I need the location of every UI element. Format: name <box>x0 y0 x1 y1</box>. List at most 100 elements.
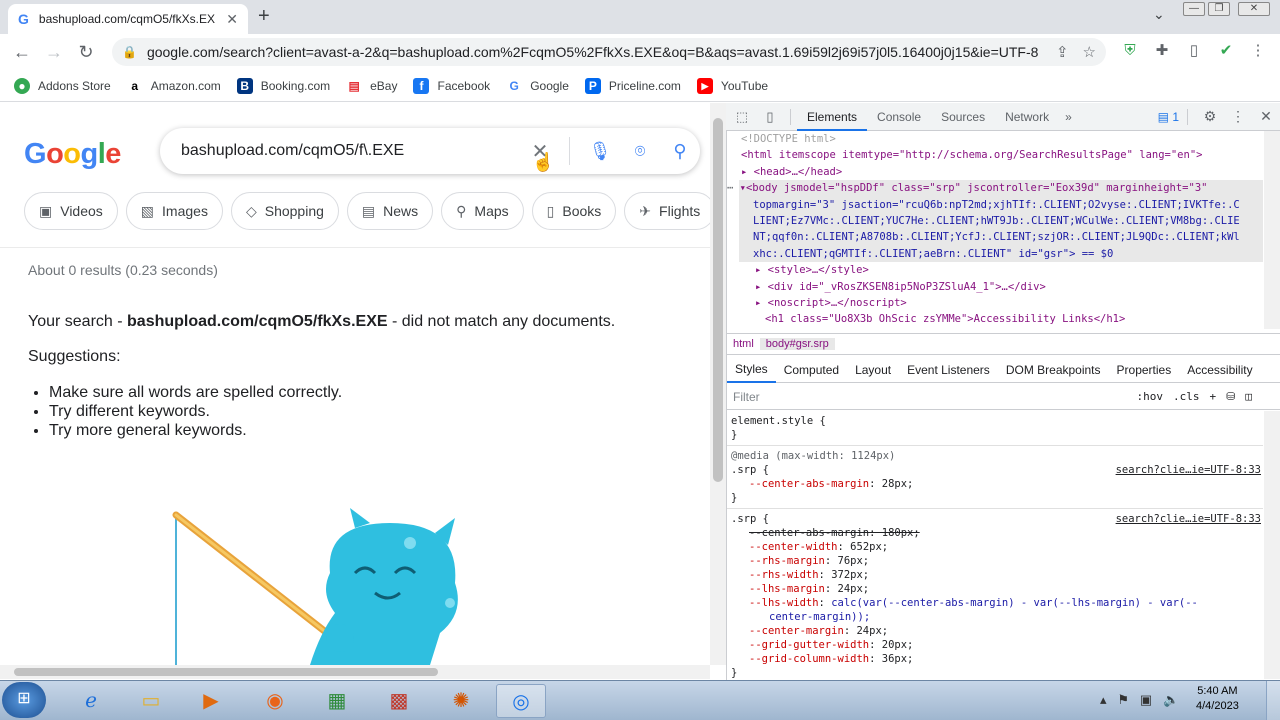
avast-extension-icon[interactable]: ⛨ <box>1121 42 1139 60</box>
camera-lens-icon[interactable]: ⌾ <box>620 141 660 162</box>
dom-h1-node[interactable]: <h1 class="Uo8X3b OhScic zsYMMe">Accessi… <box>739 311 1263 327</box>
chrome-taskbar-icon[interactable]: ◎ <box>496 684 546 718</box>
tab-network[interactable]: Network <box>995 103 1059 131</box>
issues-badge[interactable]: ▤ 1 <box>1158 110 1179 124</box>
internet-explorer-icon[interactable]: ℯ <box>66 684 116 718</box>
back-icon[interactable]: ← <box>6 42 38 63</box>
minimize-icon[interactable]: — <box>1183 2 1205 16</box>
lock-icon[interactable]: 🔒 <box>122 45 137 59</box>
subtab-styles[interactable]: Styles <box>727 357 776 383</box>
show-desktop-button[interactable] <box>1266 681 1280 720</box>
reload-icon[interactable]: ↻ <box>70 42 102 63</box>
expand-arrow-icon[interactable]: ▸ <box>755 281 768 293</box>
firefox-icon[interactable]: ◉ <box>250 684 300 718</box>
chip-videos[interactable]: ▣ Videos <box>24 192 118 230</box>
chip-images[interactable]: ▧ Images <box>125 192 223 230</box>
style-declaration[interactable]: --grid-column-width: 36px; <box>731 652 1259 666</box>
page-vertical-scroll-thumb[interactable] <box>713 118 723 482</box>
bookmark-amazon[interactable]: a Amazon.com <box>127 78 220 94</box>
search-box[interactable]: bashupload.com/cqmO5/f\.EXE ✕ 🎙 ⌾ ⚲ <box>160 128 700 174</box>
dom-body-node-selected[interactable]: ⋯ ▾<body jsmodel="hspDDf" class="srp" js… <box>727 180 1263 263</box>
bookmark-priceline[interactable]: P Priceline.com <box>584 77 681 94</box>
rule-selector[interactable]: element.style { <box>731 414 1259 428</box>
chip-flights[interactable]: ✈ Flights <box>624 192 710 230</box>
subtab-accessibility[interactable]: Accessibility <box>1179 358 1260 382</box>
close-devtools-icon[interactable]: ✕ <box>1252 108 1280 125</box>
chip-maps[interactable]: ⚲ Maps <box>441 192 524 230</box>
profile-shield-icon[interactable]: ✔ <box>1217 42 1235 60</box>
google-logo[interactable]: Google <box>24 138 121 171</box>
menu-kebab-icon[interactable]: ⋮ <box>1249 42 1267 60</box>
paint-icon[interactable]: ⛁ <box>1226 390 1235 403</box>
chip-books[interactable]: ▯ Books <box>531 192 617 230</box>
subtab-event-listeners[interactable]: Event Listeners <box>899 358 998 382</box>
new-tab-icon[interactable]: + <box>258 5 270 28</box>
cls-toggle[interactable]: .cls <box>1173 390 1200 403</box>
dom-html-node[interactable]: <html itemscope itemtype="http://schema.… <box>739 147 1263 163</box>
avast-app-icon[interactable]: ✺ <box>436 684 486 718</box>
close-tab-icon[interactable]: ✕ <box>226 11 238 28</box>
start-button-icon[interactable]: ⊞ <box>2 682 46 718</box>
hov-toggle[interactable]: :hov <box>1137 390 1164 403</box>
style-declaration[interactable]: --lhs-width: calc(var(--center-abs-margi… <box>731 596 1259 610</box>
search-input[interactable]: bashupload.com/cqmO5/f\.EXE <box>181 142 525 160</box>
bookmark-booking[interactable]: B Booking.com <box>236 77 330 94</box>
expand-arrow-icon[interactable]: ▸ <box>741 166 754 178</box>
office-app-icon[interactable]: ▩ <box>374 684 424 718</box>
bookmark-google[interactable]: G Google <box>506 78 569 94</box>
rule-source-link[interactable]: search?clie…ie=UTF-8:33 <box>1116 512 1261 526</box>
bookmark-addons-store[interactable]: ● Addons Store <box>14 77 111 94</box>
style-declaration[interactable]: --rhs-margin: 76px; <box>731 554 1259 568</box>
settings-gear-icon[interactable]: ⚙ <box>1196 108 1224 125</box>
device-toolbar-icon[interactable]: ▯ <box>756 109 784 125</box>
ellipsis-icon[interactable]: ⋯ <box>727 182 733 194</box>
chip-shopping[interactable]: ◇ Shopping <box>230 192 339 230</box>
devtools-menu-icon[interactable]: ⋮ <box>1224 108 1252 125</box>
microphone-icon[interactable]: 🎙 <box>580 141 620 162</box>
style-declaration[interactable]: --lhs-margin: 24px; <box>731 582 1259 596</box>
url-text[interactable]: google.com/search?client=avast-a-2&q=bas… <box>147 44 1042 60</box>
style-declaration[interactable]: --center-abs-margin: 28px; <box>731 477 1259 491</box>
restore-icon[interactable]: ❐ <box>1208 2 1230 16</box>
dom-div-node[interactable]: ▸ <div id="_vRosZKSEN8ip5NoP3ZSluA4_1">…… <box>739 279 1263 295</box>
close-window-icon[interactable]: ✕ <box>1238 2 1270 16</box>
dom-head-node[interactable]: ▸ <head>…</head> <box>739 164 1263 180</box>
style-declaration-overridden[interactable]: --center-abs-margin: 180px; <box>731 526 1259 540</box>
search-icon[interactable]: ⚲ <box>660 141 700 162</box>
dom-scrollbar[interactable] <box>1264 131 1280 329</box>
network-icon[interactable]: ▣ <box>1140 692 1152 707</box>
share-icon[interactable]: ⇪ <box>1056 43 1069 61</box>
style-declaration[interactable]: --center-margin: 24px; <box>731 624 1259 638</box>
breadcrumb-html[interactable]: html <box>727 338 760 350</box>
subtab-computed[interactable]: Computed <box>776 358 847 382</box>
extensions-puzzle-icon[interactable]: ✚ <box>1153 42 1171 60</box>
side-panel-icon[interactable]: ▯ <box>1185 42 1203 60</box>
taskbar-clock[interactable]: 5:40 AM 4/4/2023 <box>1196 684 1239 714</box>
bookmark-star-icon[interactable]: ☆ <box>1083 43 1096 61</box>
add-rule-icon[interactable]: + <box>1210 390 1217 403</box>
dom-doctype[interactable]: <!DOCTYPE html> <box>739 131 1263 147</box>
volume-muted-icon[interactable]: 🔈 <box>1163 692 1179 707</box>
spreadsheet-app-icon[interactable]: ▦ <box>312 684 362 718</box>
inspect-element-icon[interactable]: ⬚ <box>728 109 756 125</box>
forward-icon[interactable]: → <box>38 42 70 63</box>
styles-scrollbar[interactable] <box>1264 411 1280 679</box>
action-center-flag-icon[interactable]: ⚑ <box>1117 692 1129 707</box>
expand-arrow-icon[interactable]: ▸ <box>755 297 768 309</box>
chip-news[interactable]: ▤ News <box>346 192 434 230</box>
subtab-dom-breakpoints[interactable]: DOM Breakpoints <box>998 358 1109 382</box>
dom-noscript-node[interactable]: ▸ <noscript>…</noscript> <box>739 295 1263 311</box>
tab-console[interactable]: Console <box>867 103 931 131</box>
subtab-layout[interactable]: Layout <box>847 358 899 382</box>
tab-elements[interactable]: Elements <box>797 103 868 131</box>
page-horizontal-scroll-thumb[interactable] <box>14 668 438 676</box>
expand-arrow-icon[interactable]: ▸ <box>755 264 768 276</box>
styles-filter-input[interactable]: Filter <box>733 390 760 404</box>
bookmark-youtube[interactable]: ▶ YouTube <box>696 77 768 94</box>
tray-expand-icon[interactable]: ▴ <box>1100 692 1107 707</box>
subtab-properties[interactable]: Properties <box>1109 358 1180 382</box>
breadcrumb-body[interactable]: body#gsr.srp <box>759 338 835 350</box>
more-tabs-icon[interactable]: » <box>1059 110 1078 124</box>
media-player-icon[interactable]: ▶ <box>186 684 236 718</box>
rule-source-link[interactable]: search?clie…ie=UTF-8:33 <box>1116 463 1261 477</box>
